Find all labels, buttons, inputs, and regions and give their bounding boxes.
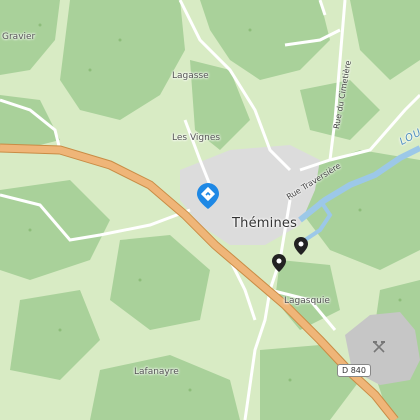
place-label-lagasquie: Lagasquie [284, 296, 330, 306]
place-label-themines: Thémines [232, 216, 298, 231]
place-label-les-vignes: Les Vignes [172, 133, 221, 143]
place-label-lafanayre: Lafanayre [134, 367, 179, 377]
route-badge-d840: D 840 [337, 364, 371, 377]
map-canvas[interactable]: Gravier Lagasse Les Vignes Thémines Rue … [0, 0, 420, 420]
place-label-gravier: Gravier [2, 32, 36, 42]
place-label-lagasse: Lagasse [172, 71, 209, 81]
map-layer [0, 0, 420, 420]
